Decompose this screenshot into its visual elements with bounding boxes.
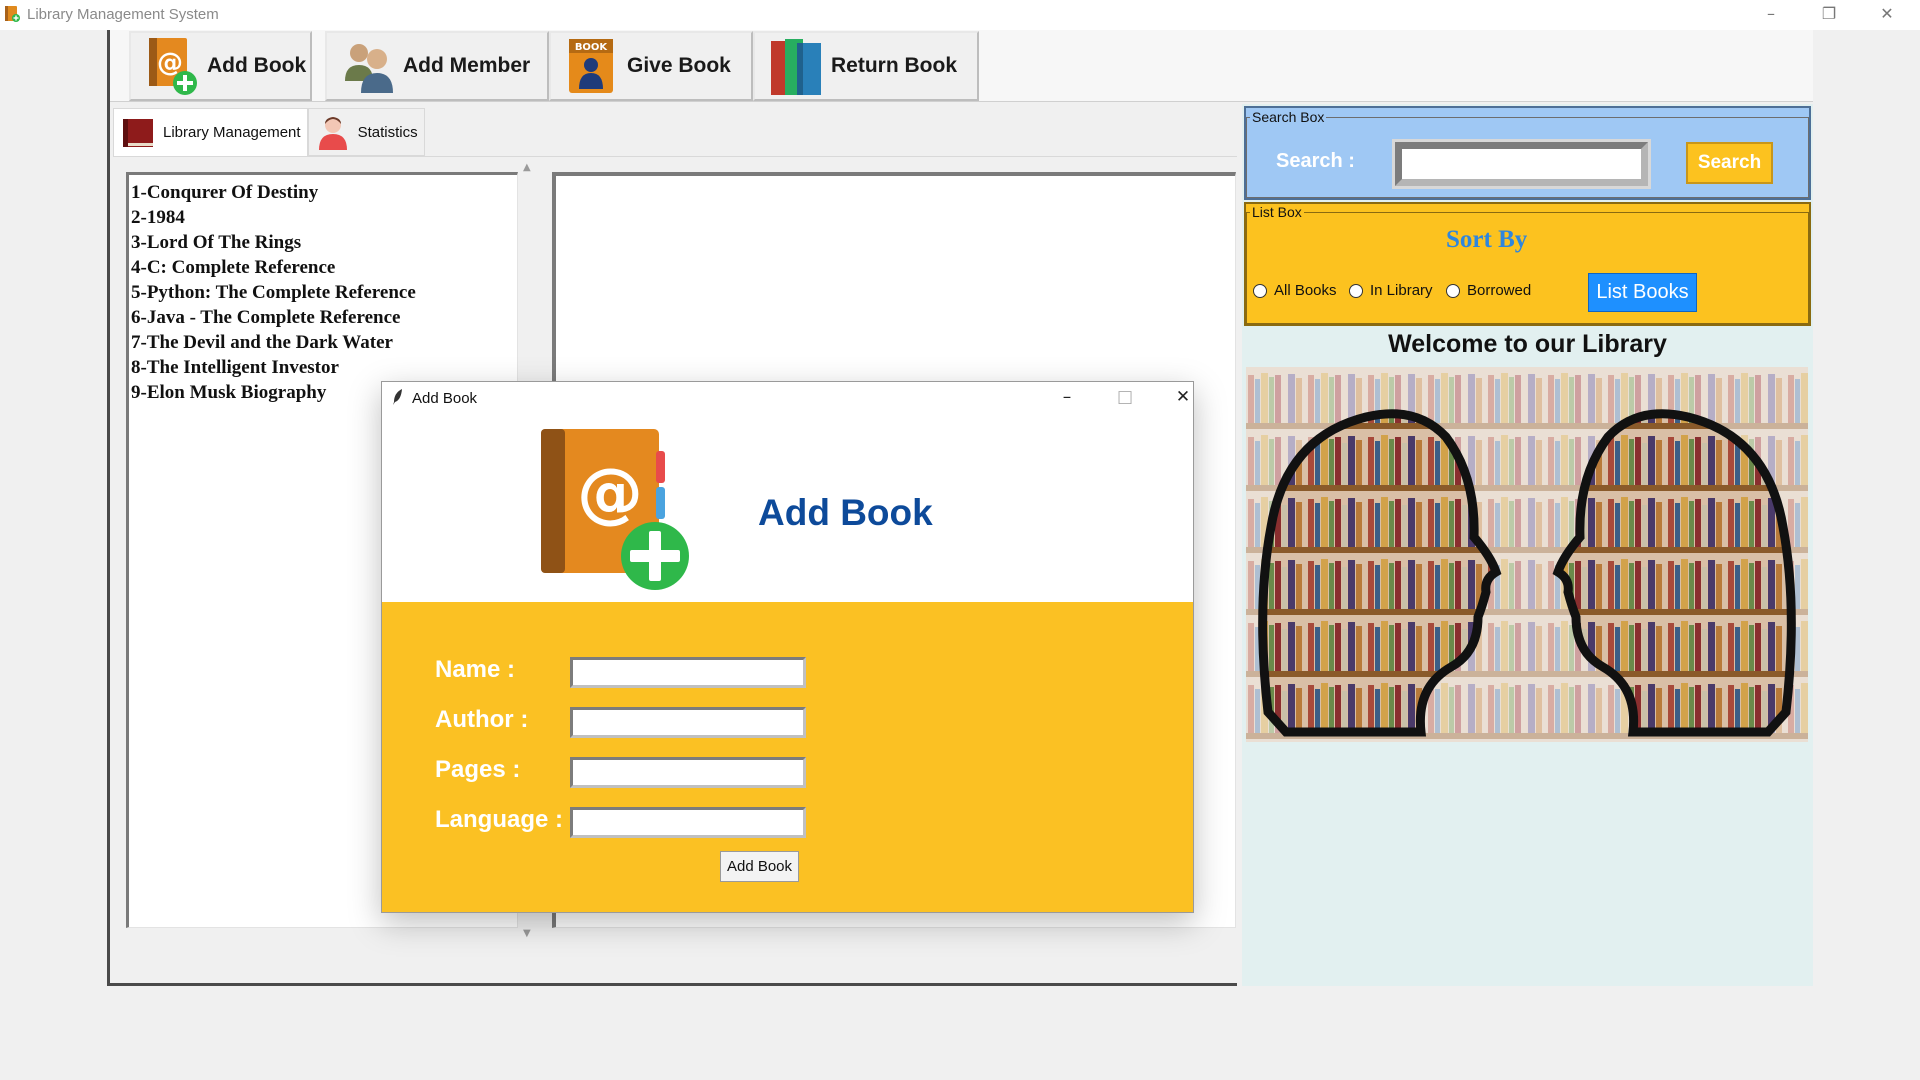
restore-icon[interactable]: ❐ xyxy=(1800,0,1858,30)
dialog-heading: Add Book xyxy=(758,492,933,533)
person-icon xyxy=(318,117,347,150)
tab-strip: Library Management Statistics xyxy=(113,108,425,156)
give-book-button[interactable]: BOOK Give Book xyxy=(549,31,753,101)
users-icon xyxy=(345,44,393,93)
dialog-minimize-icon[interactable]: – xyxy=(1047,386,1087,410)
search-button[interactable]: Search xyxy=(1686,142,1773,184)
frame-bottom-border xyxy=(107,983,1237,986)
language-label: Language : xyxy=(435,806,564,833)
list-item[interactable]: 3-Lord Of The Rings xyxy=(131,230,515,255)
dialog-title: Add Book xyxy=(412,390,478,407)
add-book-label: Add Book xyxy=(207,54,307,77)
books-stack-icon xyxy=(771,39,821,95)
list-books-button[interactable]: List Books xyxy=(1588,273,1697,312)
list-item[interactable]: 6-Java - The Complete Reference xyxy=(131,305,515,330)
window-title: Library Management System xyxy=(27,6,219,23)
address-book-add-icon: @ xyxy=(149,38,197,95)
add-member-button[interactable]: Add Member xyxy=(325,31,549,101)
dialog-titlebar: Add Book – □ ✕ xyxy=(382,382,1193,413)
list-box-group-label: List Box xyxy=(1250,204,1304,220)
author-label: Author : xyxy=(435,706,529,733)
give-book-label: Give Book xyxy=(627,54,731,77)
book-person-icon: BOOK xyxy=(569,39,613,93)
pages-label: Pages : xyxy=(435,756,521,783)
close-icon[interactable]: ✕ xyxy=(1858,0,1916,30)
pages-field[interactable] xyxy=(570,757,806,788)
scroll-up-icon[interactable]: ▲ xyxy=(523,162,531,173)
radio-all-books-label: All Books xyxy=(1274,282,1337,299)
search-box-group-label: Search Box xyxy=(1250,109,1327,125)
radio-icon[interactable] xyxy=(1446,283,1460,298)
list-item[interactable]: 5-Python: The Complete Reference xyxy=(131,280,515,305)
tab-statistics-label: Statistics xyxy=(357,123,418,141)
search-input[interactable] xyxy=(1392,139,1651,189)
name-label: Name : xyxy=(435,656,516,683)
list-item[interactable]: 7-The Devil and the Dark Water xyxy=(131,330,515,355)
add-book-submit-button[interactable]: Add Book xyxy=(720,851,799,882)
radio-icon[interactable] xyxy=(1349,283,1363,298)
book-icon xyxy=(123,118,153,147)
add-book-button[interactable]: @ Add Book xyxy=(129,31,312,101)
search-label: Search : xyxy=(1276,150,1355,172)
radio-in-library-label: In Library xyxy=(1370,282,1433,299)
scroll-down-icon[interactable]: ▼ xyxy=(523,928,531,939)
list-item[interactable]: 8-The Intelligent Investor xyxy=(131,355,515,380)
library-illustration xyxy=(1246,367,1808,742)
language-field[interactable] xyxy=(570,807,806,838)
tab-statistics[interactable]: Statistics xyxy=(307,108,425,156)
bookshelf-heads-image xyxy=(1246,367,1808,742)
svg-text:@: @ xyxy=(577,454,643,531)
welcome-heading: Welcome to our Library xyxy=(1388,330,1667,358)
list-item[interactable]: 4-C: Complete Reference xyxy=(131,255,515,280)
name-field[interactable] xyxy=(570,657,806,688)
tab-library-management-label: Library Management xyxy=(163,124,301,141)
return-book-label: Return Book xyxy=(831,54,957,77)
radio-icon[interactable] xyxy=(1253,283,1267,298)
radio-in-library[interactable]: In Library xyxy=(1349,282,1433,299)
dialog-maximize-icon[interactable]: □ xyxy=(1105,386,1145,410)
radio-all-books[interactable]: All Books xyxy=(1253,282,1337,299)
dialog-close-icon[interactable]: ✕ xyxy=(1163,386,1203,410)
radio-borrowed-label: Borrowed xyxy=(1467,282,1532,299)
svg-text:BOOK: BOOK xyxy=(575,42,609,53)
feather-icon xyxy=(393,389,402,405)
minimize-icon[interactable]: – xyxy=(1742,0,1800,30)
add-member-label: Add Member xyxy=(403,54,531,77)
author-field[interactable] xyxy=(570,707,806,738)
list-box-frame xyxy=(1246,212,1809,324)
tab-library-management[interactable]: Library Management xyxy=(113,108,308,156)
list-item[interactable]: 1-Conqurer Of Destiny xyxy=(131,180,515,205)
address-book-add-icon: @ xyxy=(541,429,689,590)
app-icon xyxy=(5,6,20,22)
window-titlebar: Library Management System – ❐ ✕ xyxy=(0,0,1920,30)
list-item[interactable]: 2-1984 xyxy=(131,205,515,230)
radio-borrowed[interactable]: Borrowed xyxy=(1446,282,1531,299)
return-book-button[interactable]: Return Book xyxy=(753,31,979,101)
sort-by-label: Sort By xyxy=(1446,226,1528,253)
